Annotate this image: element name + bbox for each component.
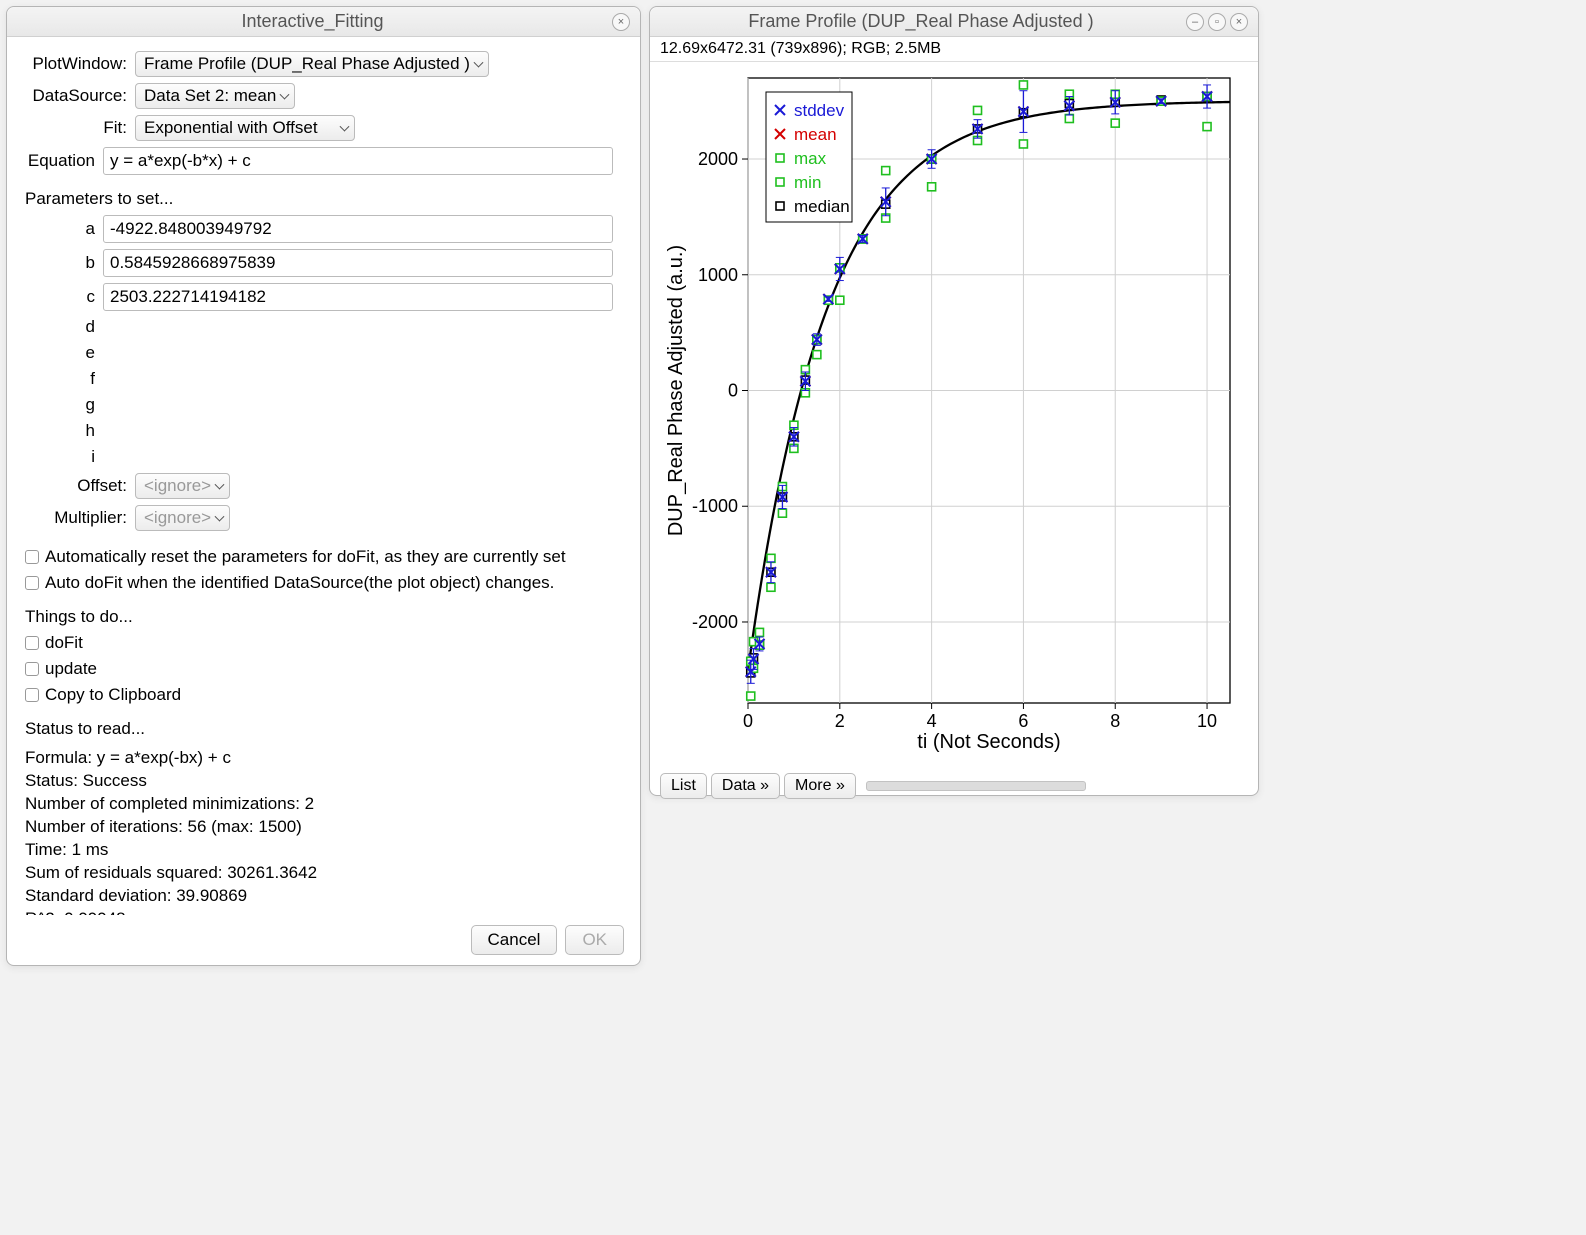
svg-text:max: max	[794, 149, 827, 168]
equation-input[interactable]	[103, 147, 613, 175]
chart-area: 0 2 4 6 8 10 -2000 -1000 0 1000 2000 ti (Not Second…	[650, 62, 1258, 767]
datasource-label: DataSource:	[25, 86, 135, 106]
params-header: Parameters to set...	[25, 189, 622, 209]
param-input-b[interactable]	[103, 249, 613, 277]
equation-label: Equation	[25, 151, 103, 171]
close-icon[interactable]: ×	[612, 13, 630, 31]
svg-text:8: 8	[1110, 711, 1120, 731]
svg-text:0: 0	[728, 381, 738, 401]
data-button[interactable]: Data »	[711, 773, 780, 799]
status-header: Status to read...	[25, 719, 622, 739]
fitting-dialog: Interactive_Fitting × PlotWindow: Frame …	[6, 6, 641, 966]
svg-text:DUP_Real Phase Adjusted (a.u.: DUP_Real Phase Adjusted (a.u.)	[665, 245, 687, 536]
chart-svg: 0 2 4 6 8 10 -2000 -1000 0 1000 2000 ti (Not Second…	[658, 68, 1248, 758]
svg-text:ti (Not Seconds): ti (Not Seconds)	[917, 731, 1060, 753]
maximize-icon[interactable]: ▫	[1208, 13, 1226, 31]
todo-label: update	[45, 659, 97, 679]
svg-text:0: 0	[743, 711, 753, 731]
profile-window: Frame Profile (DUP_Real Phase Adjusted )…	[649, 6, 1259, 796]
param-label-f: f	[25, 369, 103, 389]
svg-text:mean: mean	[794, 125, 837, 144]
param-label-c: c	[25, 287, 103, 307]
todo-checkbox[interactable]	[25, 688, 39, 702]
param-label-b: b	[25, 253, 103, 273]
offset-label: Offset:	[25, 476, 135, 496]
svg-text:1000: 1000	[698, 265, 738, 285]
svg-text:min: min	[794, 173, 821, 192]
titlebar: Interactive_Fitting ×	[7, 7, 640, 37]
svg-text:2000: 2000	[698, 149, 738, 169]
titlebar: Frame Profile (DUP_Real Phase Adjusted )…	[650, 7, 1258, 37]
todo-label: doFit	[45, 633, 83, 653]
todo-checkbox[interactable]	[25, 636, 39, 650]
multiplier-select[interactable]: <ignore>	[135, 505, 230, 531]
svg-text:2: 2	[835, 711, 845, 731]
param-label-i: i	[25, 447, 103, 467]
more-button[interactable]: More »	[784, 773, 856, 799]
auto-dofit-label: Auto doFit when the identified DataSourc…	[45, 573, 554, 593]
param-label-a: a	[25, 219, 103, 239]
param-input-c[interactable]	[103, 283, 613, 311]
param-label-d: d	[25, 317, 103, 337]
param-input-a[interactable]	[103, 215, 613, 243]
svg-text:-2000: -2000	[692, 612, 738, 632]
cancel-button[interactable]: Cancel	[471, 925, 558, 955]
window-title: Frame Profile (DUP_Real Phase Adjusted )	[660, 11, 1182, 32]
svg-text:-1000: -1000	[692, 496, 738, 516]
ok-button[interactable]: OK	[565, 925, 624, 955]
auto-dofit-checkbox[interactable]	[25, 576, 39, 590]
svg-text:6: 6	[1018, 711, 1028, 731]
datasource-select[interactable]: Data Set 2: mean	[135, 83, 295, 109]
auto-reset-checkbox[interactable]	[25, 550, 39, 564]
status-text: Formula: y = a*exp(-bx) + cStatus: Succe…	[25, 747, 622, 915]
auto-reset-label: Automatically reset the parameters for d…	[45, 547, 566, 567]
param-label-g: g	[25, 395, 103, 415]
toolbar: List Data » More »	[650, 767, 1258, 805]
fit-select[interactable]: Exponential with Offset	[135, 115, 355, 141]
minimize-icon[interactable]: –	[1186, 13, 1204, 31]
list-button[interactable]: List	[660, 773, 707, 799]
todo-header: Things to do...	[25, 607, 622, 627]
svg-text:median: median	[794, 197, 850, 216]
offset-select[interactable]: <ignore>	[135, 473, 230, 499]
fit-label: Fit:	[25, 118, 135, 138]
svg-text:10: 10	[1197, 711, 1217, 731]
param-label-h: h	[25, 421, 103, 441]
multiplier-label: Multiplier:	[25, 508, 135, 528]
dialog-body: PlotWindow: Frame Profile (DUP_Real Phas…	[7, 37, 640, 915]
plotwindow-select[interactable]: Frame Profile (DUP_Real Phase Adjusted )	[135, 51, 489, 77]
todo-checkbox[interactable]	[25, 662, 39, 676]
toolbar-slider[interactable]	[866, 781, 1086, 791]
svg-text:stddev: stddev	[794, 101, 845, 120]
window-title: Interactive_Fitting	[17, 11, 608, 32]
todo-label: Copy to Clipboard	[45, 685, 181, 705]
close-icon[interactable]: ×	[1230, 13, 1248, 31]
svg-text:4: 4	[927, 711, 937, 731]
param-label-e: e	[25, 343, 103, 363]
dialog-buttons: Cancel OK	[7, 915, 640, 965]
image-info: 12.69x6472.31 (739x896); RGB; 2.5MB	[650, 37, 1258, 62]
plotwindow-label: PlotWindow:	[25, 54, 135, 74]
